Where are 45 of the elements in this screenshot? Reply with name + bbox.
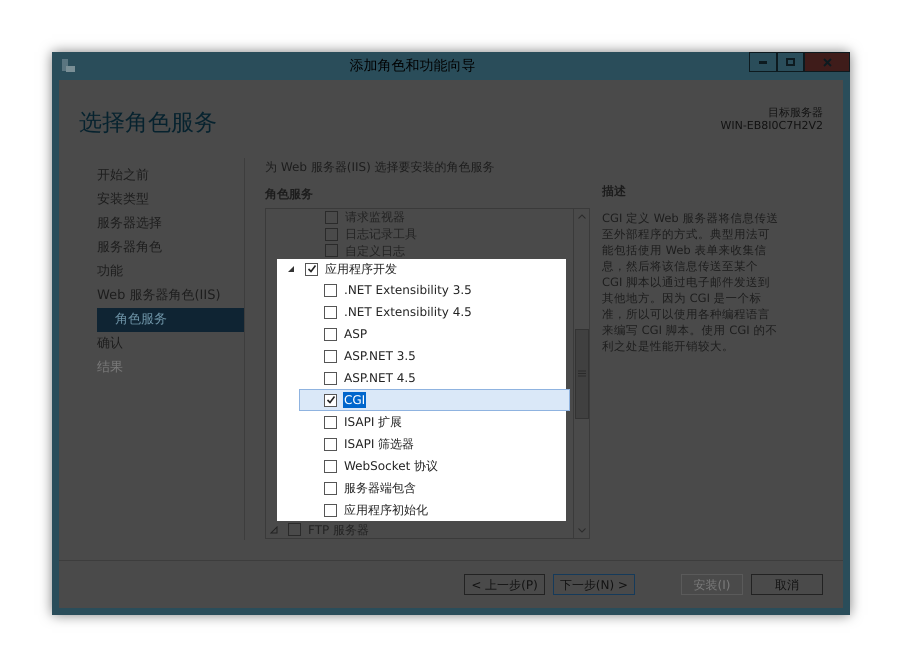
window-title: 添加角色和功能向导 [348, 56, 476, 76]
checkbox[interactable] [324, 460, 337, 473]
checkbox[interactable] [288, 523, 301, 536]
maximize-icon [786, 58, 795, 66]
checkbox[interactable] [324, 438, 337, 451]
tree-item[interactable]: ASP.NET 4.5 [343, 370, 417, 386]
tree-item[interactable]: 应用程序初始化 [343, 502, 429, 518]
tree-item[interactable]: WebSocket 协议 [343, 458, 440, 474]
checkbox[interactable] [324, 306, 337, 319]
checkbox[interactable] [324, 284, 337, 297]
checkbox[interactable] [324, 394, 337, 407]
tree-item[interactable]: CGI [343, 392, 366, 408]
page-heading: 选择角色服务 [79, 109, 217, 138]
scrollbar[interactable] [573, 209, 589, 538]
tree-item[interactable]: ISAPI 筛选器 [343, 436, 416, 452]
tree-item[interactable]: 服务器端包含 [343, 480, 417, 496]
check-icon [306, 264, 316, 274]
tree-item[interactable]: .NET Extensibility 3.5 [343, 282, 473, 298]
checkbox[interactable] [325, 210, 338, 224]
checkbox[interactable] [305, 262, 318, 276]
check-icon [326, 395, 336, 406]
tree-item[interactable]: ASP.NET 3.5 [343, 348, 417, 364]
checkbox[interactable] [325, 244, 338, 258]
target-server-name: WIN-EB8I0C7H2V2 [720, 119, 823, 132]
wizard-button[interactable]: 下一步(N) > [552, 574, 635, 595]
tree-item[interactable]: ASP [343, 326, 368, 342]
tree-item[interactable]: ISAPI 扩展 [343, 414, 404, 430]
checkbox[interactable] [324, 328, 337, 341]
checkbox[interactable] [324, 372, 337, 385]
minimize-icon [759, 60, 767, 64]
checkbox[interactable] [325, 228, 338, 241]
tree-item[interactable]: 应用程序开发 [324, 261, 398, 278]
checkbox[interactable] [324, 350, 337, 363]
checkbox[interactable] [324, 504, 337, 517]
scroll-thumb[interactable] [574, 328, 588, 418]
wizard-button[interactable]: < 上一步(P) [464, 574, 545, 595]
wizard-button[interactable]: 取消 [751, 574, 823, 595]
target-server-label: 目标服务器 [768, 106, 823, 119]
collapse-icon[interactable] [287, 265, 295, 274]
tree-item[interactable]: .NET Extensibility 4.5 [343, 304, 473, 320]
nav-item[interactable]: 角色服务 [97, 308, 244, 332]
checkbox[interactable] [324, 482, 337, 495]
close-icon [822, 58, 832, 66]
server-icon [60, 58, 76, 74]
checkbox[interactable] [324, 416, 337, 429]
